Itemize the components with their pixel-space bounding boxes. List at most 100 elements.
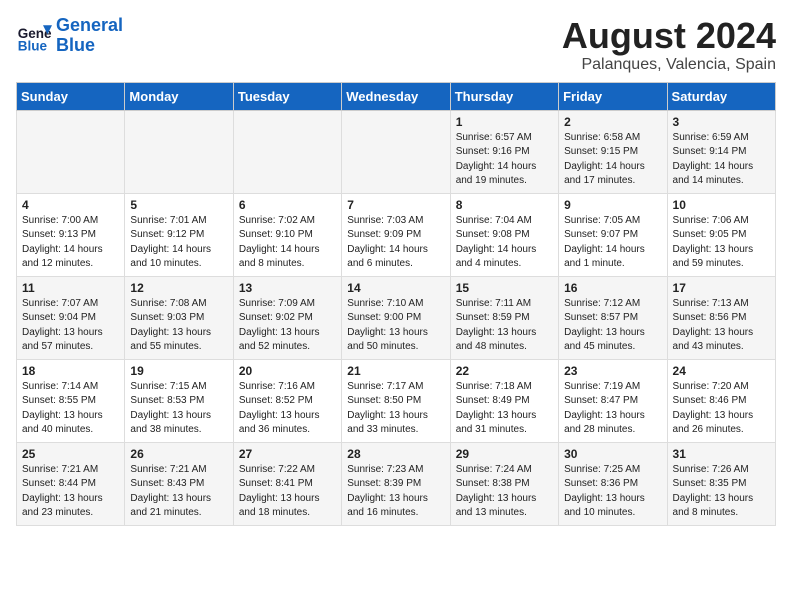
day-number: 23 — [564, 364, 661, 378]
calendar-cell: 2 Sunrise: 6:58 AM Sunset: 9:15 PM Daylig… — [559, 110, 667, 193]
day-info: Sunrise: 7:06 AM Sunset: 9:05 PM Dayligh… — [673, 214, 770, 272]
day-info: Sunrise: 7:02 AM Sunset: 9:10 PM Dayligh… — [239, 214, 336, 272]
calendar-cell — [17, 110, 125, 193]
page-header: General Blue GeneralBlue August 2024 Pal… — [16, 16, 776, 74]
calendar-week-row: 1Sunrise: 6:57 AM Sunset: 9:16 PM Daylig… — [17, 110, 776, 193]
weekday-header-wednesday: Wednesday — [342, 82, 450, 110]
calendar-cell: 3Sunrise: 6:59 AM Sunset: 9:14 PM Daylig… — [667, 110, 775, 193]
calendar-cell: 30Sunrise: 7:25 AM Sunset: 8:36 PM Dayli… — [559, 442, 667, 525]
weekday-header-sunday: Sunday — [17, 82, 125, 110]
day-number: 6 — [239, 198, 336, 212]
day-number: 14 — [347, 281, 444, 295]
day-number: 31 — [673, 447, 770, 461]
day-info: Sunrise: 7:18 AM Sunset: 8:49 PM Dayligh… — [456, 380, 553, 438]
day-info: Sunrise: 7:07 AM Sunset: 9:04 PM Dayligh… — [22, 297, 119, 355]
day-info: Sunrise: 7:21 AM Sunset: 8:44 PM Dayligh… — [22, 463, 119, 521]
day-number: 2 — [564, 115, 661, 129]
weekday-header-row: SundayMondayTuesdayWednesdayThursdayFrid… — [17, 82, 776, 110]
day-number: 17 — [673, 281, 770, 295]
calendar-cell: 6 Sunrise: 7:02 AM Sunset: 9:10 PM Daylig… — [233, 193, 341, 276]
day-number: 29 — [456, 447, 553, 461]
day-number: 11 — [22, 281, 119, 295]
calendar-cell: 22 Sunrise: 7:18 AM Sunset: 8:49 PM Dayli… — [450, 359, 558, 442]
calendar-cell: 17 Sunrise: 7:13 AM Sunset: 8:56 PM Dayli… — [667, 276, 775, 359]
calendar-table: SundayMondayTuesdayWednesdayThursdayFrid… — [16, 82, 776, 526]
weekday-header-thursday: Thursday — [450, 82, 558, 110]
day-info: Sunrise: 7:25 AM Sunset: 8:36 PM Dayligh… — [564, 463, 661, 521]
calendar-cell: 1Sunrise: 6:57 AM Sunset: 9:16 PM Daylig… — [450, 110, 558, 193]
day-number: 13 — [239, 281, 336, 295]
calendar-cell: 21Sunrise: 7:17 AM Sunset: 8:50 PM Dayli… — [342, 359, 450, 442]
day-number: 27 — [239, 447, 336, 461]
calendar-cell: 27 Sunrise: 7:22 AM Sunset: 8:41 PM Dayli… — [233, 442, 341, 525]
day-info: Sunrise: 7:23 AM Sunset: 8:39 PM Dayligh… — [347, 463, 444, 521]
calendar-title: August 2024 — [562, 16, 776, 56]
day-info: Sunrise: 7:01 AM Sunset: 9:12 PM Dayligh… — [130, 214, 227, 272]
calendar-cell: 11 Sunrise: 7:07 AM Sunset: 9:04 PM Dayli… — [17, 276, 125, 359]
calendar-cell: 24 Sunrise: 7:20 AM Sunset: 8:46 PM Dayli… — [667, 359, 775, 442]
weekday-header-tuesday: Tuesday — [233, 82, 341, 110]
calendar-cell: 18Sunrise: 7:14 AM Sunset: 8:55 PM Dayli… — [17, 359, 125, 442]
day-number: 12 — [130, 281, 227, 295]
calendar-cell: 20 Sunrise: 7:16 AM Sunset: 8:52 PM Dayli… — [233, 359, 341, 442]
day-number: 8 — [456, 198, 553, 212]
calendar-cell: 16 Sunrise: 7:12 AM Sunset: 8:57 PM Dayli… — [559, 276, 667, 359]
day-number: 15 — [456, 281, 553, 295]
day-info: Sunrise: 7:04 AM Sunset: 9:08 PM Dayligh… — [456, 214, 553, 272]
day-info: Sunrise: 7:10 AM Sunset: 9:00 PM Dayligh… — [347, 297, 444, 355]
day-info: Sunrise: 7:24 AM Sunset: 8:38 PM Dayligh… — [456, 463, 553, 521]
svg-text:Blue: Blue — [18, 38, 48, 53]
day-info: Sunrise: 7:09 AM Sunset: 9:02 PM Dayligh… — [239, 297, 336, 355]
logo: General Blue GeneralBlue — [16, 16, 123, 56]
weekday-header-saturday: Saturday — [667, 82, 775, 110]
day-info: Sunrise: 7:13 AM Sunset: 8:56 PM Dayligh… — [673, 297, 770, 355]
day-number: 24 — [673, 364, 770, 378]
day-info: Sunrise: 7:05 AM Sunset: 9:07 PM Dayligh… — [564, 214, 661, 272]
day-info: Sunrise: 7:16 AM Sunset: 8:52 PM Dayligh… — [239, 380, 336, 438]
calendar-cell — [233, 110, 341, 193]
day-number: 20 — [239, 364, 336, 378]
calendar-cell: 29 Sunrise: 7:24 AM Sunset: 8:38 PM Dayli… — [450, 442, 558, 525]
day-info: Sunrise: 7:12 AM Sunset: 8:57 PM Dayligh… — [564, 297, 661, 355]
calendar-cell: 7 Sunrise: 7:03 AM Sunset: 9:09 PM Daylig… — [342, 193, 450, 276]
calendar-cell: 5 Sunrise: 7:01 AM Sunset: 9:12 PM Daylig… — [125, 193, 233, 276]
calendar-cell: 31 Sunrise: 7:26 AM Sunset: 8:35 PM Dayli… — [667, 442, 775, 525]
calendar-week-row: 25 Sunrise: 7:21 AM Sunset: 8:44 PM Dayli… — [17, 442, 776, 525]
day-info: Sunrise: 7:08 AM Sunset: 9:03 PM Dayligh… — [130, 297, 227, 355]
day-number: 28 — [347, 447, 444, 461]
weekday-header-monday: Monday — [125, 82, 233, 110]
calendar-cell: 4Sunrise: 7:00 AM Sunset: 9:13 PM Daylig… — [17, 193, 125, 276]
calendar-week-row: 11 Sunrise: 7:07 AM Sunset: 9:04 PM Dayli… — [17, 276, 776, 359]
day-number: 1 — [456, 115, 553, 129]
day-number: 10 — [673, 198, 770, 212]
calendar-week-row: 4Sunrise: 7:00 AM Sunset: 9:13 PM Daylig… — [17, 193, 776, 276]
calendar-subtitle: Palanques, Valencia, Spain — [562, 56, 776, 74]
weekday-header-friday: Friday — [559, 82, 667, 110]
calendar-cell — [125, 110, 233, 193]
calendar-cell: 8 Sunrise: 7:04 AM Sunset: 9:08 PM Daylig… — [450, 193, 558, 276]
day-number: 25 — [22, 447, 119, 461]
day-number: 22 — [456, 364, 553, 378]
day-info: Sunrise: 6:58 AM Sunset: 9:15 PM Dayligh… — [564, 131, 661, 189]
day-number: 16 — [564, 281, 661, 295]
day-info: Sunrise: 7:26 AM Sunset: 8:35 PM Dayligh… — [673, 463, 770, 521]
day-info: Sunrise: 7:20 AM Sunset: 8:46 PM Dayligh… — [673, 380, 770, 438]
day-number: 5 — [130, 198, 227, 212]
day-info: Sunrise: 7:14 AM Sunset: 8:55 PM Dayligh… — [22, 380, 119, 438]
calendar-cell: 15Sunrise: 7:11 AM Sunset: 8:59 PM Dayli… — [450, 276, 558, 359]
day-info: Sunrise: 7:22 AM Sunset: 8:41 PM Dayligh… — [239, 463, 336, 521]
calendar-cell: 26Sunrise: 7:21 AM Sunset: 8:43 PM Dayli… — [125, 442, 233, 525]
day-info: Sunrise: 7:00 AM Sunset: 9:13 PM Dayligh… — [22, 214, 119, 272]
day-info: Sunrise: 7:17 AM Sunset: 8:50 PM Dayligh… — [347, 380, 444, 438]
calendar-cell: 12 Sunrise: 7:08 AM Sunset: 9:03 PM Dayli… — [125, 276, 233, 359]
day-info: Sunrise: 7:03 AM Sunset: 9:09 PM Dayligh… — [347, 214, 444, 272]
calendar-cell: 10 Sunrise: 7:06 AM Sunset: 9:05 PM Dayli… — [667, 193, 775, 276]
day-number: 3 — [673, 115, 770, 129]
calendar-cell: 13 Sunrise: 7:09 AM Sunset: 9:02 PM Dayli… — [233, 276, 341, 359]
calendar-week-row: 18Sunrise: 7:14 AM Sunset: 8:55 PM Dayli… — [17, 359, 776, 442]
day-number: 7 — [347, 198, 444, 212]
day-number: 19 — [130, 364, 227, 378]
calendar-cell: 9 Sunrise: 7:05 AM Sunset: 9:07 PM Daylig… — [559, 193, 667, 276]
calendar-cell — [342, 110, 450, 193]
day-number: 9 — [564, 198, 661, 212]
